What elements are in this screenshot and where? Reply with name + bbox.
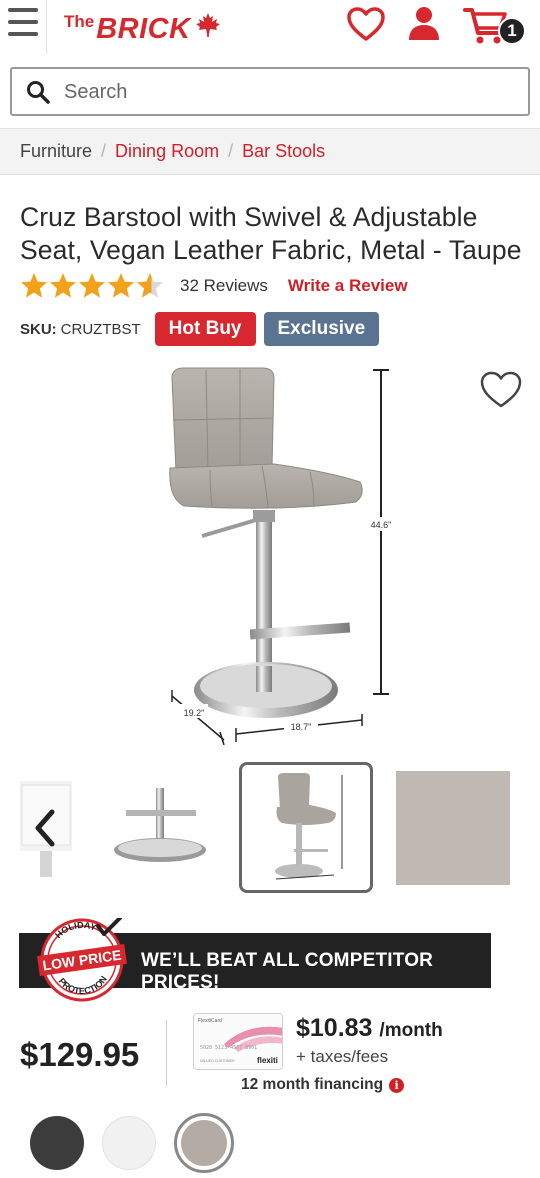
sku-value: CRUZTBST [60, 320, 141, 338]
svg-text:5028 5123 4567 8901: 5028 5123 4567 8901 [200, 1045, 257, 1051]
site-header: The BRICK 1 [0, 0, 540, 56]
product-price: $129.95 [20, 1036, 140, 1073]
monthly-payment: $10.83 /month [296, 1014, 443, 1043]
financing-row[interactable]: 12 month financing i [241, 1076, 405, 1094]
swatch-black[interactable] [30, 1116, 84, 1170]
depth-dimension-label: 19.2" [184, 708, 205, 718]
width-dimension-label: 18.7" [291, 722, 312, 732]
breadcrumb-separator: / [101, 141, 107, 161]
svg-text:FlexitiCard: FlexitiCard [198, 1018, 222, 1024]
stars-icon [21, 273, 163, 298]
monthly-amount: $10.83 [296, 1014, 373, 1042]
rating-row: 32 Reviews Write a Review [20, 272, 408, 300]
hot-buy-badge: Hot Buy [154, 312, 256, 346]
chevron-left-icon[interactable] [30, 808, 60, 853]
price-beat-text: WE’LL BEAT ALL COMPETITOR PRICES! [141, 950, 434, 993]
product-main-image[interactable]: 44.6" 19.2" 18.7" [150, 360, 410, 746]
thumbnail-strip [0, 760, 540, 900]
breadcrumb-separator: / [228, 141, 234, 161]
taxes-fees-label: + taxes/fees [296, 1047, 389, 1066]
swatch-taupe-fill [181, 1120, 227, 1166]
search-bar[interactable] [10, 67, 530, 116]
swatch-taupe-selected[interactable] [174, 1113, 234, 1173]
thumbnail-3-selected[interactable] [239, 762, 373, 893]
heart-icon[interactable] [346, 6, 386, 47]
thumbnail-2[interactable] [112, 782, 208, 872]
search-icon[interactable] [26, 80, 50, 109]
brand-logo[interactable]: The BRICK [64, 10, 221, 44]
logo-the: The [64, 12, 95, 31]
financing-label: 12 month financing [241, 1076, 384, 1093]
product-title: Cruz Barstool with Swivel & Adjustable S… [20, 202, 522, 265]
sku-row: SKU: CRUZTBST Hot Buy Exclusive [20, 312, 380, 346]
breadcrumb: Furniture / Dining Room / Bar Stools [0, 128, 540, 175]
breadcrumb-dining-room[interactable]: Dining Room [115, 141, 219, 162]
breadcrumb-bar-stools[interactable]: Bar Stools [242, 141, 325, 162]
search-input[interactable] [64, 77, 504, 107]
svg-text:VALUED CUSTOMER: VALUED CUSTOMER [200, 1059, 235, 1063]
header-divider [46, 0, 47, 54]
breadcrumb-furniture[interactable]: Furniture [20, 141, 92, 162]
write-review-link[interactable]: Write a Review [288, 276, 408, 296]
wishlist-heart-icon[interactable] [479, 370, 523, 415]
low-price-seal: HOLIDAY PROTECTION LOW PRICE [36, 916, 128, 1002]
per-month-label: /month [379, 1020, 443, 1041]
sku-label: SKU: [20, 320, 57, 338]
thumbnail-4-fabric[interactable] [396, 771, 510, 885]
logo-brick: BRICK [96, 13, 191, 45]
svg-text:flexiti: flexiti [257, 1056, 278, 1065]
flexiti-card-image[interactable]: FlexitiCard 5028 5123 4567 8901 VALUED C… [193, 1013, 283, 1070]
review-count[interactable]: 32 Reviews [180, 276, 268, 296]
menu-icon[interactable] [8, 8, 38, 36]
price-divider [166, 1020, 167, 1086]
exclusive-badge: Exclusive [263, 312, 380, 346]
account-icon[interactable] [408, 6, 440, 47]
height-dimension-label: 44.6" [371, 520, 392, 530]
info-icon[interactable]: i [389, 1077, 405, 1093]
cart-count-badge[interactable]: 1 [498, 17, 526, 45]
maple-leaf-icon [195, 12, 221, 43]
star-rating[interactable] [20, 272, 164, 300]
swatch-white[interactable] [102, 1116, 156, 1170]
